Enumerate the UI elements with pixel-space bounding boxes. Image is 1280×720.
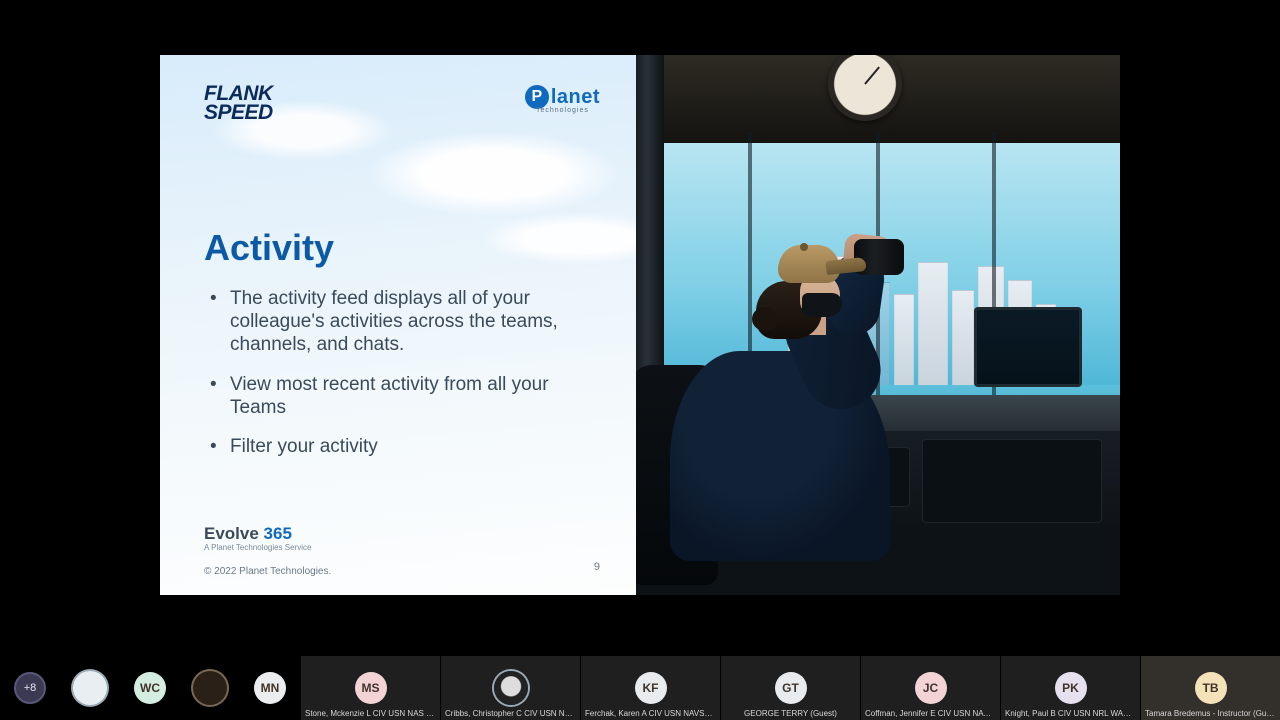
participant-name-label: GEORGE TERRY (Guest) bbox=[725, 709, 856, 718]
participant-tile-presenter[interactable]: TB Tamara Bredemus - Instructor (Guest) bbox=[1140, 656, 1280, 720]
participant-avatar-image bbox=[494, 671, 528, 705]
sailor-with-binoculars bbox=[644, 231, 904, 561]
participant-avatar-initials: GT bbox=[775, 672, 807, 704]
evolve-subtitle: A Planet Technologies Service bbox=[204, 543, 600, 552]
slide-bullet: The activity feed displays all of your c… bbox=[204, 287, 592, 357]
slide-bullet: Filter your activity bbox=[204, 435, 592, 458]
slide-text-panel: FLANK SPEED P lanet Technologies Activit… bbox=[160, 55, 636, 595]
participant-name-label: Coffman, Jennifer E CIV USN NAVF... bbox=[865, 709, 996, 718]
participant-thumbnail[interactable]: WC bbox=[120, 656, 180, 720]
flank-speed-logo: FLANK SPEED bbox=[204, 85, 273, 123]
face-mask bbox=[802, 293, 842, 317]
participant-name-label: Cribbs, Christopher C CIV USN NAV... bbox=[445, 709, 576, 718]
participant-tile[interactable]: MS Stone, Mckenzie L CIV USN NAS PA... bbox=[300, 656, 440, 720]
participant-thumbnail[interactable] bbox=[60, 656, 120, 720]
planet-logo-mark: P bbox=[525, 85, 549, 109]
slide-bullets: The activity feed displays all of your c… bbox=[204, 287, 600, 458]
overflow-participants-button[interactable]: +8 bbox=[0, 656, 60, 720]
slide-hero-image bbox=[636, 55, 1120, 595]
evolve-logo: Evolve 365 bbox=[204, 524, 600, 544]
planet-logo-sub: Technologies bbox=[536, 107, 589, 114]
overflow-count-badge: +8 bbox=[14, 672, 46, 704]
slide-bullet: View most recent activity from all your … bbox=[204, 373, 592, 419]
planet-logo-text: lanet bbox=[551, 86, 600, 109]
participant-name-label: Ferchak, Karen A CIV USN NAVSUP... bbox=[585, 709, 716, 718]
slide-footer: Evolve 365 A Planet Technologies Service… bbox=[204, 524, 600, 577]
participant-tile[interactable]: PK Knight, Paul B CIV USN NRL WASHI... bbox=[1000, 656, 1140, 720]
participant-avatar-initials: MS bbox=[355, 672, 387, 704]
ball-cap bbox=[778, 245, 864, 287]
participant-name-label: Tamara Bredemus - Instructor (Guest) bbox=[1145, 709, 1276, 718]
participant-name-label: Knight, Paul B CIV USN NRL WASHI... bbox=[1005, 709, 1136, 718]
participant-avatar-initials: PK bbox=[1055, 672, 1087, 704]
slide-title: Activity bbox=[204, 227, 600, 269]
participant-thumbnail[interactable]: MN bbox=[240, 656, 300, 720]
shared-content: FLANK SPEED P lanet Technologies Activit… bbox=[160, 55, 1120, 595]
participant-tile[interactable]: JC Coffman, Jennifer E CIV USN NAVF... bbox=[860, 656, 1000, 720]
participant-avatar-initials: MN bbox=[254, 672, 286, 704]
participant-avatar-initials: TB bbox=[1195, 672, 1227, 704]
participant-strip: +8 WC MN MS Stone, Mckenzie L CIV USN NA… bbox=[0, 656, 1280, 720]
copyright: © 2022 Planet Technologies. bbox=[204, 566, 600, 577]
participant-avatar-initials: KF bbox=[635, 672, 667, 704]
participant-avatar-initials: JC bbox=[915, 672, 947, 704]
flank-speed-logo-line2: SPEED bbox=[204, 104, 273, 123]
participant-tile[interactable]: GT GEORGE TERRY (Guest) bbox=[720, 656, 860, 720]
evolve-word: Evolve bbox=[204, 524, 264, 543]
participant-tile[interactable]: Cribbs, Christopher C CIV USN NAV... bbox=[440, 656, 580, 720]
slide-page-number: 9 bbox=[594, 561, 600, 573]
participant-tile[interactable]: KF Ferchak, Karen A CIV USN NAVSUP... bbox=[580, 656, 720, 720]
slide-logo-row: FLANK SPEED P lanet Technologies bbox=[204, 85, 600, 141]
participant-avatar-image bbox=[73, 671, 107, 705]
participant-thumbnail[interactable] bbox=[180, 656, 240, 720]
participant-name-label: Stone, Mckenzie L CIV USN NAS PA... bbox=[305, 709, 436, 718]
participant-avatar-image bbox=[193, 671, 227, 705]
participant-avatar-initials: WC bbox=[134, 672, 166, 704]
planet-logo: P lanet Technologies bbox=[525, 85, 600, 114]
evolve-365: 365 bbox=[264, 524, 292, 543]
